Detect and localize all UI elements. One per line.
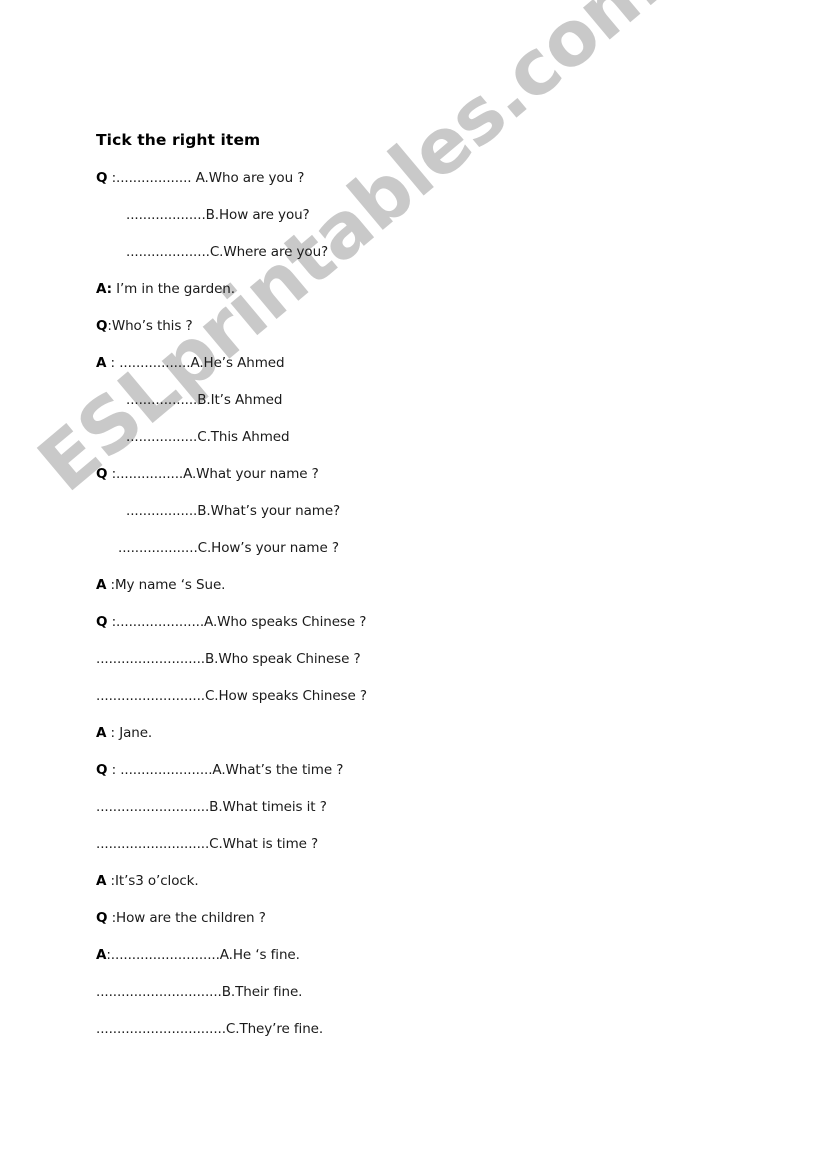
- qa-line-q: Q :................A.What your name ?: [96, 466, 736, 505]
- qa-line-text: :Who’s this ?: [107, 318, 193, 335]
- qa-line-a: A :My name ‘s Sue.: [96, 577, 736, 616]
- qa-line-a: A:..........................A.He ‘s fine…: [96, 947, 736, 986]
- qa-line-text: ...............................C.They’re…: [96, 1021, 324, 1038]
- qa-option-line: ..........................B.Who speak Ch…: [96, 651, 736, 690]
- qa-option-line: ..........................C.How speaks C…: [96, 688, 736, 727]
- qa-line-text: :.....................A.Who speaks Chine…: [107, 614, 367, 631]
- qa-line-text: :It’s3 o’clock.: [106, 873, 199, 890]
- qa-line-text: :................A.What your name ?: [107, 466, 319, 483]
- qa-line-tag: Q: [96, 910, 108, 927]
- worksheet-page: ESLprintables.com Tick the right item Q …: [0, 0, 826, 1169]
- qa-option-line: ....................C.Where are you?: [96, 244, 736, 283]
- qa-line-text: :My name ‘s Sue.: [106, 577, 226, 594]
- qa-line-text: :.................. A.Who are you ?: [107, 170, 305, 187]
- qa-line-a: A : Jane.: [96, 725, 736, 764]
- qa-line-text: ..........................B.Who speak Ch…: [96, 651, 361, 668]
- qa-line-a: A : .................A.He’s Ahmed: [96, 355, 736, 394]
- qa-line-a: A :It’s3 o’clock.: [96, 873, 736, 912]
- page-title: Tick the right item: [96, 131, 261, 149]
- qa-option-line: ...........................C.What is tim…: [96, 836, 736, 875]
- qa-option-line: .................B.It’s Ahmed: [96, 392, 736, 431]
- qa-line-tag: A: [96, 725, 107, 742]
- qa-line-tag: A: [96, 577, 107, 594]
- exercise-lines: Q :.................. A.Who are you ?...…: [96, 170, 736, 1060]
- qa-line-q: Q : ......................A.What’s the t…: [96, 762, 736, 801]
- qa-line-text: ....................C.Where are you?: [126, 244, 329, 261]
- qa-line-text: ...........................B.What timeis…: [96, 799, 327, 816]
- qa-option-line: .................C.This Ahmed: [96, 429, 736, 468]
- qa-option-line: ...........................B.What timeis…: [96, 799, 736, 838]
- qa-line-q: Q :.....................A.Who speaks Chi…: [96, 614, 736, 653]
- qa-line-q: Q:Who’s this ?: [96, 318, 736, 357]
- qa-line-text: :How are the children ?: [107, 910, 266, 927]
- qa-line-q: Q :.................. A.Who are you ?: [96, 170, 736, 209]
- qa-line-tag: Q: [96, 170, 108, 187]
- qa-line-tag: A: [96, 355, 107, 372]
- qa-line-tag: Q: [96, 466, 108, 483]
- qa-line-text: :..........................A.He ‘s fine.: [106, 947, 300, 964]
- qa-line-tag: Q: [96, 318, 108, 335]
- qa-line-text: : .................A.He’s Ahmed: [106, 355, 285, 372]
- qa-line-tag: Q: [96, 614, 108, 631]
- qa-line-text: .................C.This Ahmed: [126, 429, 290, 446]
- qa-line-q: Q :How are the children ?: [96, 910, 736, 949]
- qa-option-line: ...................B.How are you?: [96, 207, 736, 246]
- qa-option-line: ...............................C.They’re…: [96, 1021, 736, 1060]
- qa-line-text: ...........................C.What is tim…: [96, 836, 319, 853]
- qa-line-text: .................B.It’s Ahmed: [126, 392, 283, 409]
- qa-line-text: ...................C.How’s your name ?: [118, 540, 339, 557]
- qa-line-a: A: I’m in the garden.: [96, 281, 736, 320]
- qa-line-text: : Jane.: [106, 725, 153, 742]
- qa-line-text: : ......................A.What’s the tim…: [107, 762, 344, 779]
- qa-line-tag: Q: [96, 762, 108, 779]
- qa-line-tag: A: [96, 873, 107, 890]
- qa-option-line: .................B.What’s your name?: [96, 503, 736, 542]
- qa-line-tag: A:: [96, 281, 112, 298]
- qa-line-text: I’m in the garden.: [111, 281, 235, 298]
- qa-line-text: ..............................B.Their fi…: [96, 984, 303, 1001]
- qa-line-text: .................B.What’s your name?: [126, 503, 341, 520]
- worksheet-content: Tick the right item Q :.................…: [96, 131, 736, 1060]
- qa-option-line: ..............................B.Their fi…: [96, 984, 736, 1023]
- qa-line-text: ..........................C.How speaks C…: [96, 688, 367, 705]
- qa-line-text: ...................B.How are you?: [126, 207, 310, 224]
- qa-option-line: ...................C.How’s your name ?: [96, 540, 736, 579]
- qa-line-tag: A: [96, 947, 107, 964]
